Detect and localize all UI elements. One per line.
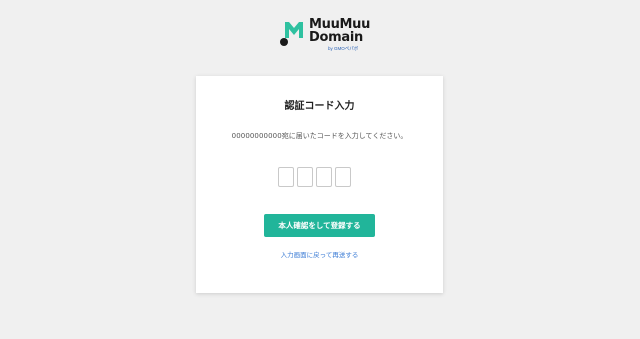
verification-card: 認証コード入力 00000000000宛に届いたコードを入力してください。 本人… [196, 76, 443, 293]
logo-byline: by GMOペパボ [328, 46, 359, 51]
instruction-text: 宛に届いたコードを入力してください。 [281, 132, 408, 140]
code-digit-2-input[interactable] [297, 167, 313, 187]
page: MuuMuu Domain by GMOペパボ 認証コード入力 00000000… [0, 0, 640, 339]
instruction-message: 00000000000宛に届いたコードを入力してください。 [196, 132, 443, 141]
muumuu-domain-logo[interactable]: MuuMuu Domain by GMOペパボ [279, 18, 370, 56]
code-digit-1-input[interactable] [278, 167, 294, 187]
muumuu-logo-icon [279, 18, 305, 48]
phone-number: 00000000000 [231, 132, 282, 140]
page-title: 認証コード入力 [284, 101, 355, 112]
code-digit-4-input[interactable] [335, 167, 351, 187]
back-and-resend-link[interactable]: 入力画面に戻って再送する [196, 251, 443, 259]
logo-line-2: Domain [309, 30, 363, 45]
verify-and-register-button[interactable]: 本人確認をして登録する [264, 214, 375, 237]
code-input-group [278, 167, 351, 187]
code-digit-3-input[interactable] [316, 167, 332, 187]
logo-text: MuuMuu Domain by GMOペパボ [309, 18, 370, 51]
